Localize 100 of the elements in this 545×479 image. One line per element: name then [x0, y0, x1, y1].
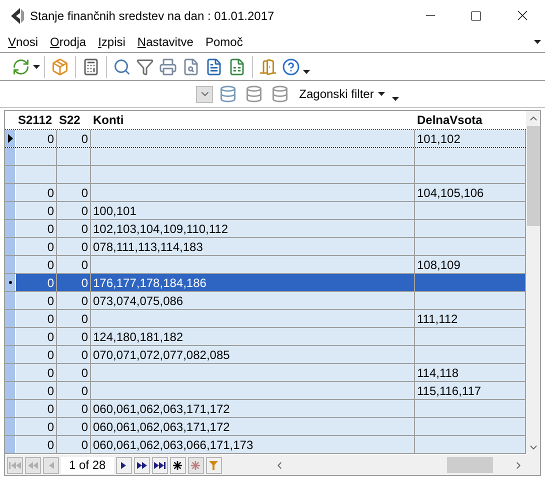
overflow-caret-icon[interactable]	[392, 97, 399, 101]
table-cell: 0	[16, 292, 57, 309]
table-cell: 176,177,178,184,186	[91, 274, 415, 291]
filter-button[interactable]	[206, 456, 222, 474]
overflow-caret-icon[interactable]	[303, 70, 310, 74]
filter-icon	[209, 460, 218, 470]
right-arrow-icon	[136, 462, 147, 468]
column-header[interactable]: S22	[57, 111, 91, 129]
table-cell: 0	[16, 184, 57, 201]
left-arrow-icon	[9, 462, 21, 468]
table-row[interactable]: 0 0 108,109	[5, 256, 526, 274]
table-cell: 0	[57, 382, 91, 399]
table-cell: 0	[57, 130, 91, 147]
maximize-icon[interactable]	[470, 10, 482, 22]
table-cell: 0	[57, 418, 91, 435]
column-header[interactable]: Konti	[91, 111, 415, 129]
table-cell: 104,105,106	[415, 184, 526, 201]
table-cell: 060,061,062,063,171,172	[91, 418, 415, 435]
table-cell: 0	[57, 346, 91, 363]
dropdown-button[interactable]	[196, 86, 214, 102]
table-cell: 0	[57, 220, 91, 237]
menu-item[interactable]: Pomoč	[205, 32, 243, 50]
table-row[interactable]: 0 0 060,061,062,063,066,171,173	[5, 436, 526, 454]
table-cell: 101,102	[415, 130, 526, 147]
table-cell: 124,180,181,182	[91, 328, 415, 345]
table-cell: 0	[57, 238, 91, 255]
table-cell: 0	[57, 400, 91, 417]
table-cell: 115,116,117	[415, 382, 526, 399]
table-cell: 0	[16, 274, 57, 291]
column-header[interactable]: DelnaVsota	[415, 111, 526, 129]
last-button[interactable]	[152, 456, 168, 474]
table-row[interactable]: 0 0 073,074,075,086	[5, 292, 526, 310]
menu-item[interactable]: Vnosi	[8, 32, 38, 50]
table-cell: 0	[57, 436, 91, 453]
table-row[interactable]: 0 0 070,071,072,077,082,085	[5, 346, 526, 364]
menu-item[interactable]: Nastavitve	[137, 32, 194, 50]
table-cell: 070,071,072,077,082,085	[91, 346, 415, 363]
table-cell: 0	[57, 328, 91, 345]
table-row[interactable]: 0 0 102,103,104,109,110,112	[5, 220, 526, 238]
left-arrow-icon	[28, 462, 38, 468]
caret-icon[interactable]	[33, 64, 40, 68]
scrollbar-thumb[interactable]	[526, 126, 540, 226]
current-row-arrow-icon	[8, 134, 12, 143]
table-row[interactable]: 0 0 078,111,113,114,183	[5, 238, 526, 256]
startup-filter-button[interactable]: Zagonski filter	[299, 85, 385, 103]
asterisk-icon	[173, 460, 182, 470]
table-row[interactable]: 0 0 060,061,062,063,171,172	[5, 400, 526, 418]
window-title: Stanje finančnih sredstev na dan : 01.01.2017	[30, 8, 274, 24]
table-cell: 0	[57, 292, 91, 309]
table-cell: 0	[16, 400, 57, 417]
table-row[interactable]: 0 0 104,105,106	[5, 184, 526, 202]
row-indicator[interactable]	[5, 130, 16, 147]
table-cell: 0	[57, 274, 91, 291]
table-cell: 0	[16, 346, 57, 363]
row-indicator[interactable]	[5, 274, 16, 291]
table-row[interactable]: 0 0 060,061,062,063,171,172	[5, 418, 526, 436]
table-cell: 0	[16, 220, 57, 237]
table-cell: 060,061,062,063,066,171,173	[91, 436, 415, 453]
table-row[interactable]: 0 0 115,116,117	[5, 382, 526, 400]
table-row[interactable]: 0 0 176,177,178,184,186	[5, 274, 526, 292]
table-cell: 0	[16, 364, 57, 381]
table-cell: 0	[16, 130, 57, 147]
overflow-caret-icon[interactable]	[534, 40, 541, 44]
next-button[interactable]	[116, 456, 132, 474]
table-cell: 060,061,062,063,171,172	[91, 400, 415, 417]
caret-icon[interactable]	[378, 92, 385, 96]
table-cell: 0	[16, 328, 57, 345]
table-cell: 100,101	[91, 202, 415, 219]
table-cell: 0	[57, 184, 91, 201]
table-cell: 111,112	[415, 310, 526, 327]
app-logo-icon	[10, 8, 24, 24]
table-cell: 0	[16, 256, 57, 273]
table-cell: 078,111,113,114,183	[91, 238, 415, 255]
new-record-button[interactable]	[170, 456, 186, 474]
table-row[interactable]: 0 0 101,102	[5, 130, 526, 148]
menu-item[interactable]: Izpisi	[98, 32, 126, 50]
table-row[interactable]: 0 0 100,101	[5, 202, 526, 220]
table-row[interactable]: 0 0 111,112	[5, 310, 526, 328]
horizontal-scrollbar-thumb[interactable]	[447, 457, 493, 473]
table-cell: 073,074,075,086	[91, 292, 415, 309]
record-position: 1 of 28	[61, 456, 114, 474]
table-cell: 0	[16, 436, 57, 453]
vertical-scrollbar[interactable]	[526, 111, 540, 455]
table-cell: 0	[16, 238, 57, 255]
table-cell: 102,103,104,109,110,112	[91, 220, 415, 237]
table-row[interactable]	[5, 166, 526, 184]
table-row[interactable]: 0 0 124,180,181,182	[5, 328, 526, 346]
table-row[interactable]: 0 0 114,118	[5, 364, 526, 382]
asterisk-icon	[191, 460, 200, 470]
table-cell: 0	[57, 256, 91, 273]
next-page-button[interactable]	[134, 456, 150, 474]
table-cell: 0	[57, 310, 91, 327]
right-arrow-icon	[121, 462, 126, 468]
menu-item[interactable]: Orodja	[50, 32, 86, 50]
table-cell: 108,109	[415, 256, 526, 273]
table-cell: 0	[57, 202, 91, 219]
table-cell: 0	[16, 418, 57, 435]
left-arrow-icon	[48, 462, 54, 468]
selected-row-dot-icon	[8, 281, 12, 284]
column-header[interactable]: S2112	[16, 111, 57, 129]
